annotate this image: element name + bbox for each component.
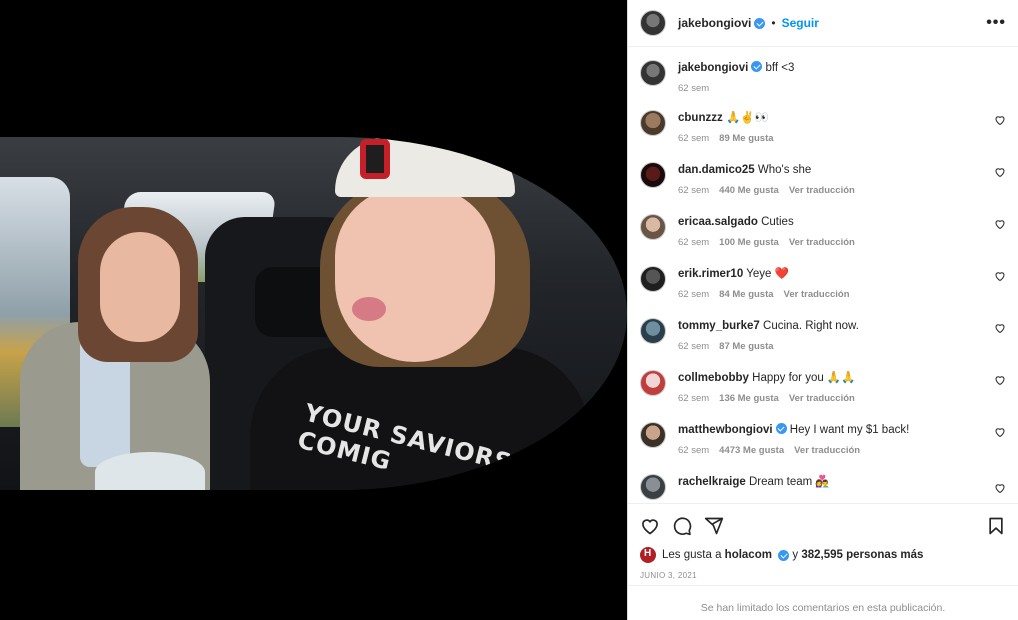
comment-text: Dream team 👩‍❤️‍👨 [748, 476, 830, 488]
comment-username[interactable]: dan.damico25 [678, 164, 755, 176]
post-details-panel: jakebongiovi • Seguir ••• jakebongiovi b… [627, 0, 1018, 620]
caption-time[interactable]: 62 sem [678, 83, 709, 94]
comment-likes[interactable]: 84 Me gusta [719, 289, 773, 300]
commenter-avatar[interactable] [640, 370, 666, 396]
translate-link[interactable]: Ver traducción [789, 393, 855, 404]
liker-username[interactable]: holacom [725, 549, 772, 561]
comment-item: collmebobby Happy for you 🙏🙏 62 sem 136 M… [640, 370, 1006, 404]
heart-icon[interactable] [994, 374, 1006, 386]
caption: jakebongiovi bff <3 62 sem [640, 60, 1006, 94]
separator-dot: • [771, 16, 776, 30]
media-panel: YOUR SAVIORS COMIG [0, 0, 627, 620]
comment-likes[interactable]: 87 Me gusta [719, 341, 773, 352]
commenter-avatar[interactable] [640, 266, 666, 292]
comment-item: tommy_burke7 Cucina. Right now. 62 sem 87… [640, 318, 1006, 352]
heart-icon[interactable] [994, 166, 1006, 178]
comment-item: rachelkraige Dream team 👩‍❤️‍👨 [640, 474, 1006, 500]
person-girl-face [100, 232, 180, 342]
comment-text: Cucina. Right now. [763, 320, 859, 332]
author-avatar[interactable] [640, 10, 666, 36]
person-boy-body [250, 347, 590, 490]
comment-likes[interactable]: 100 Me gusta [719, 237, 779, 248]
heart-icon[interactable] [994, 426, 1006, 438]
comment-likes[interactable]: 4473 Me gusta [719, 445, 784, 456]
follow-button[interactable]: Seguir [782, 16, 819, 30]
translate-link[interactable]: Ver traducción [794, 445, 860, 456]
comment-time[interactable]: 62 sem [678, 445, 709, 456]
heart-icon[interactable] [994, 270, 1006, 282]
post-photo[interactable]: YOUR SAVIORS COMIG [0, 137, 627, 490]
share-send-icon[interactable] [704, 516, 724, 536]
post-date[interactable]: JUNIO 3, 2021 [640, 571, 697, 580]
comment-time[interactable]: 62 sem [678, 289, 709, 300]
likes-count[interactable]: 382,595 personas más [801, 549, 923, 561]
commenter-avatar[interactable] [640, 318, 666, 344]
translate-link[interactable]: Ver traducción [789, 185, 855, 196]
more-options-icon[interactable]: ••• [986, 14, 1006, 32]
cap-logo [360, 139, 390, 179]
drink-cup [95, 452, 205, 490]
save-bookmark-icon[interactable] [986, 516, 1006, 536]
person-boy-face [335, 187, 495, 362]
comment-time[interactable]: 62 sem [678, 393, 709, 404]
commenter-avatar[interactable] [640, 214, 666, 240]
heart-icon[interactable] [994, 322, 1006, 334]
comment-likes[interactable]: 440 Me gusta [719, 185, 779, 196]
likes-summary: Les gusta a holacom y 382,595 personas m… [640, 547, 923, 563]
comment-username[interactable]: erik.rimer10 [678, 268, 743, 280]
post-header: jakebongiovi • Seguir ••• [628, 0, 1018, 47]
comment-username[interactable]: ericaa.salgado [678, 216, 758, 228]
comment-text: Who's she [757, 164, 812, 176]
comment-time[interactable]: 62 sem [678, 133, 709, 144]
heart-icon[interactable] [994, 114, 1006, 126]
comment-likes[interactable]: 89 Me gusta [719, 133, 773, 144]
comment-item: ericaa.salgado Cuties 62 sem 100 Me gusta… [640, 214, 1006, 248]
comment-item: dan.damico25 Who's she 62 sem 440 Me gust… [640, 162, 1006, 196]
translate-link[interactable]: Ver traducción [789, 237, 855, 248]
comment-item: matthewbongiovi Hey I want my $1 back! 6… [640, 422, 1006, 456]
comment-text: 🙏✌️👀 [725, 112, 769, 124]
like-heart-icon[interactable] [640, 516, 660, 536]
comment-time[interactable]: 62 sem [678, 341, 709, 352]
verified-icon [775, 423, 787, 434]
translate-link[interactable]: Ver traducción [784, 289, 850, 300]
comment-item: cbunzzz 🙏✌️👀 62 sem 89 Me gusta [640, 110, 1006, 144]
comment-text: Happy for you 🙏🙏 [752, 372, 856, 384]
liker-avatar[interactable] [640, 547, 656, 563]
commenter-avatar[interactable] [640, 474, 666, 500]
comment-likes[interactable]: 136 Me gusta [719, 393, 779, 404]
commenter-avatar[interactable] [640, 162, 666, 188]
verified-icon [751, 61, 763, 72]
caption-text: bff <3 [765, 62, 795, 74]
heart-icon[interactable] [994, 218, 1006, 230]
commenter-avatar[interactable] [640, 422, 666, 448]
heart-icon[interactable] [994, 482, 1006, 494]
comments-limited-notice: Se han limitado los comentarios en esta … [628, 585, 1018, 620]
caption-username[interactable]: jakebongiovi [678, 62, 748, 74]
comment-time[interactable]: 62 sem [678, 185, 709, 196]
author-username[interactable]: jakebongiovi [678, 16, 751, 30]
comment-username[interactable]: rachelkraige [678, 476, 746, 488]
comment-item: erik.rimer10 Yeye ❤️ 62 sem 84 Me gusta Ve… [640, 266, 1006, 300]
comment-username[interactable]: matthewbongiovi [678, 424, 773, 436]
comment-text: Hey I want my $1 back! [789, 424, 910, 436]
comment-username[interactable]: cbunzzz [678, 112, 723, 124]
author-avatar[interactable] [640, 60, 666, 86]
commenter-avatar[interactable] [640, 110, 666, 136]
verified-icon [778, 549, 790, 561]
comment-username[interactable]: collmebobby [678, 372, 749, 384]
comment-text: Yeye ❤️ [746, 268, 789, 280]
comment-text: Cuties [761, 216, 794, 228]
verified-icon [754, 17, 766, 29]
comment-username[interactable]: tommy_burke7 [678, 320, 760, 332]
comments-list[interactable]: jakebongiovi bff <3 62 sem cbunzzz 🙏✌️👀 … [628, 48, 1018, 501]
comment-time[interactable]: 62 sem [678, 237, 709, 248]
comment-icon[interactable] [672, 516, 692, 536]
action-bar [628, 503, 1018, 543]
